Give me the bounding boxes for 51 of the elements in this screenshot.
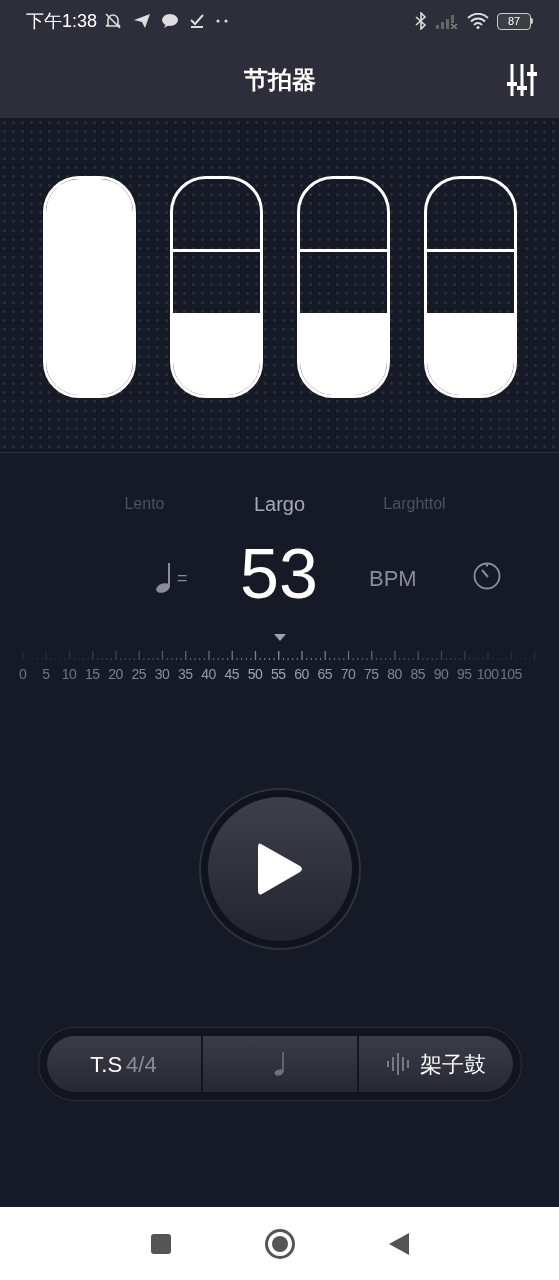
ruler-label: 30: [153, 665, 171, 684]
timer-icon[interactable]: [472, 561, 502, 591]
page-title: 节拍器: [243, 65, 316, 95]
recent-apps-button[interactable]: [149, 1232, 172, 1255]
ruler-label: 80: [386, 665, 403, 684]
send-icon: [133, 13, 152, 29]
play-button[interactable]: [207, 797, 352, 941]
ruler-label: 95: [456, 665, 473, 684]
ruler-label: 60: [293, 665, 310, 684]
ruler-label: 10: [60, 665, 78, 684]
signal-icon: [435, 13, 459, 29]
home-button[interactable]: [263, 1227, 296, 1260]
tempo-name[interactable]: Largo: [244, 489, 315, 519]
time-signature-button[interactable]: T.S 4/4: [46, 1036, 203, 1092]
chat-bubble-icon: [161, 13, 180, 29]
ruler-label: 5: [41, 665, 51, 684]
equals-sign: =: [177, 567, 188, 590]
tempo-unit: BPM: [369, 565, 417, 593]
bluetooth-icon: [415, 12, 427, 30]
ruler-label: 70: [339, 665, 357, 684]
status-time: 下午1:38: [26, 9, 98, 33]
wifi-icon: [467, 13, 489, 29]
beat-indicator[interactable]: [296, 176, 390, 398]
ruler-label: 35: [177, 665, 194, 684]
battery-indicator: 87: [497, 12, 533, 30]
ruler-label: 50: [246, 665, 264, 684]
tempo-value: 53: [239, 539, 319, 609]
beat-indicator[interactable]: [423, 176, 517, 398]
back-button[interactable]: [387, 1231, 410, 1256]
ruler-label: 85: [409, 665, 427, 684]
ruler-label: 55: [270, 665, 287, 684]
settings-sliders-icon[interactable]: [507, 64, 537, 96]
ruler-label: 20: [107, 665, 124, 684]
waveform-icon: [385, 1051, 412, 1077]
ruler-label: 45: [223, 665, 241, 684]
ruler-label: 75: [363, 665, 380, 684]
ruler-label: 40: [200, 665, 217, 684]
check-icon: [189, 13, 206, 29]
sound-button[interactable]: 架子鼓: [358, 1036, 513, 1092]
ruler-label: 105: [499, 665, 523, 684]
ruler-label: 0: [17, 665, 28, 684]
ruler-label: 100: [476, 665, 500, 684]
pointer-triangle-icon: [273, 633, 286, 641]
quarter-note-icon: [273, 1051, 286, 1077]
ruler-label: 90: [432, 665, 450, 684]
ruler-label: 65: [316, 665, 334, 684]
quarter-note-icon: [155, 561, 173, 593]
beat-indicator[interactable]: [169, 176, 263, 398]
ruler-label: 15: [84, 665, 101, 684]
ruler-label: 25: [130, 665, 148, 684]
more-dots-icon: [215, 19, 230, 23]
